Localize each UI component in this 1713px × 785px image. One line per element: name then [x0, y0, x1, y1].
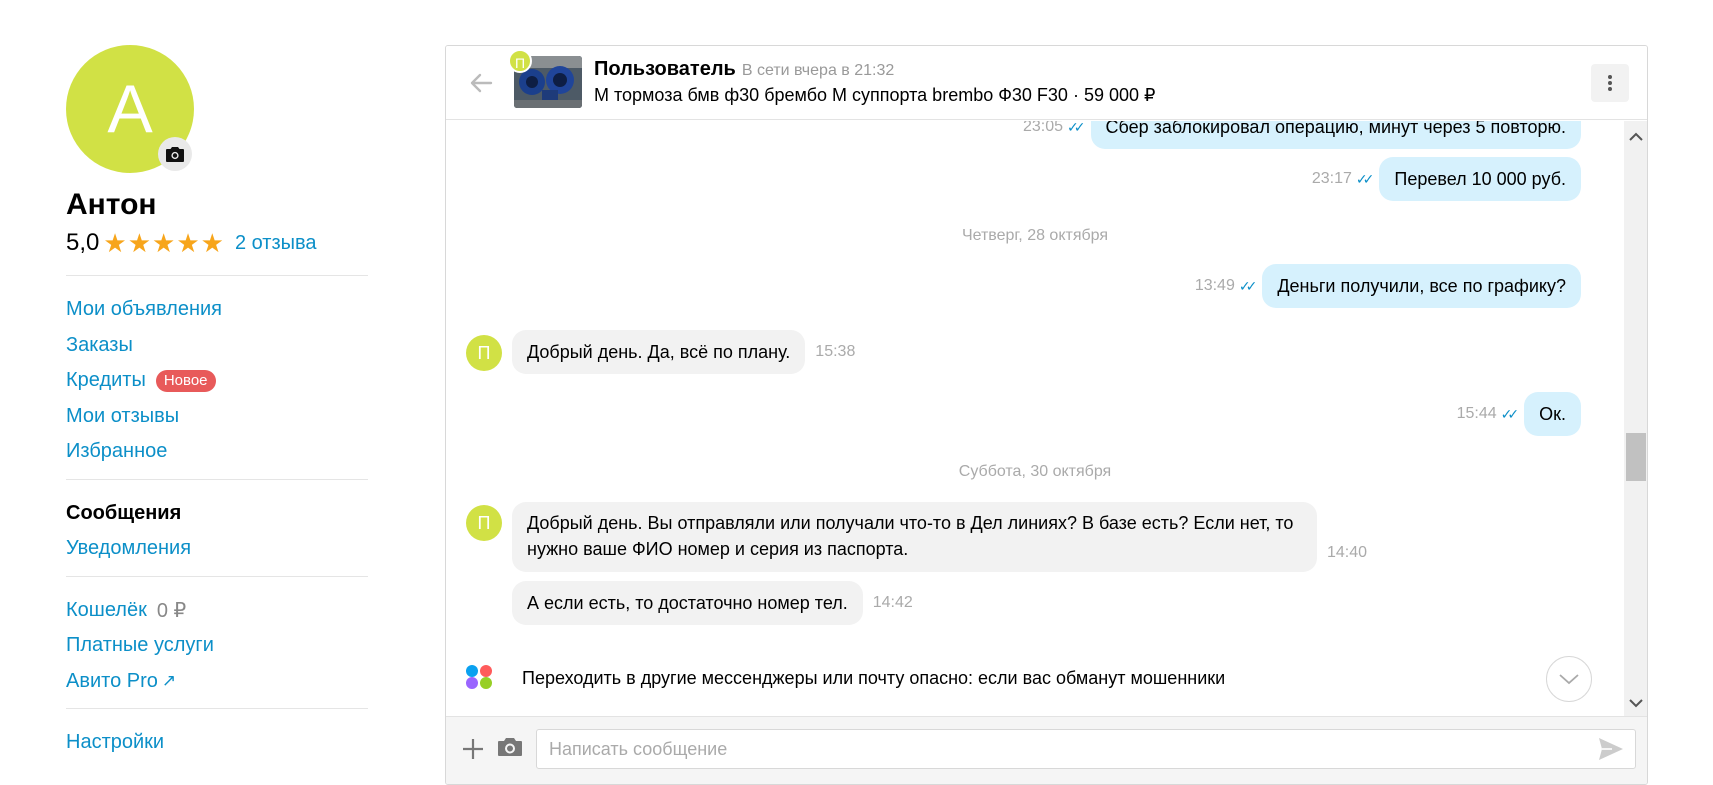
nav-notifications[interactable]: Уведомления: [66, 531, 368, 567]
nav-group-main: Мои объявления Заказы Кредиты Новое Мои …: [66, 276, 368, 479]
nav-avito-pro-label: Авито Pro: [66, 669, 158, 692]
message-time: 15:44: [1456, 405, 1497, 422]
nav-avito-pro[interactable]: Авито Pro ↗: [66, 664, 368, 700]
message-time: 15:38: [815, 343, 856, 360]
profile-avatar[interactable]: А: [66, 45, 194, 173]
nav-my-ads[interactable]: Мои объявления: [66, 292, 368, 328]
rating-stars: ★ ★ ★ ★ ★: [103, 230, 225, 256]
nav-group-wallet: Кошелёк 0 ₽ Платные услуги Авито Pro ↗: [66, 577, 368, 709]
chat-header: П Пользователь В сети вчера в 21:32 М тор…: [446, 46, 1647, 120]
message-time: 13:49: [1194, 277, 1235, 294]
message-bubble: Добрый день. Да, всё по плану.: [512, 330, 806, 374]
avito-logo-icon: [466, 665, 496, 691]
nav-credits-label: Кредиты: [66, 369, 146, 392]
nav-favorites[interactable]: Избранное: [66, 434, 368, 470]
sender-avatar: П: [466, 505, 502, 541]
nav-messages[interactable]: Сообщения: [66, 496, 368, 532]
send-icon[interactable]: [1598, 737, 1624, 763]
safety-warning-text: Переходить в другие мессенджеры или почт…: [522, 667, 1226, 688]
message-bubble: Перевел 10 000 руб.: [1379, 157, 1581, 201]
reviews-link[interactable]: 2 отзыва: [235, 232, 317, 255]
avatar-letter: А: [107, 71, 153, 147]
sender-avatar: П: [466, 335, 502, 371]
read-ticks-icon: ✓✓: [1355, 170, 1375, 187]
scroll-up-arrow-icon[interactable]: [1624, 123, 1647, 147]
wallet-amount: 0 ₽: [156, 599, 187, 622]
message-outgoing: 23:05 ✓✓ Сбер заблокировал операцию, мин…: [1023, 121, 1581, 149]
message-incoming: А если есть, то достаточно номер тел. 14…: [512, 581, 913, 625]
chat-item-title[interactable]: М тормоза бмв ф30 брембо М суппорта brem…: [594, 85, 1155, 106]
nav-wallet-label: Кошелёк: [66, 598, 147, 621]
external-link-icon: ↗: [161, 671, 177, 691]
attach-plus-icon[interactable]: [460, 736, 486, 762]
message-incoming: Добрый день. Да, всё по плану. 15:38: [512, 330, 855, 374]
message-outgoing: 23:17 ✓✓ Перевел 10 000 руб.: [1312, 157, 1581, 201]
rating-row: 5,0 ★ ★ ★ ★ ★ 2 отзыва: [66, 229, 368, 257]
read-ticks-icon: ✓✓: [1238, 277, 1258, 294]
nav-wallet[interactable]: Кошелёк 0 ₽: [66, 593, 368, 629]
scrollbar-thumb[interactable]: [1626, 433, 1646, 481]
nav-paid-services[interactable]: Платные услуги: [66, 628, 368, 664]
chat-user-name[interactable]: Пользователь В сети вчера в 21:32: [594, 58, 894, 81]
read-ticks-icon: ✓✓: [1067, 121, 1086, 135]
read-ticks-icon: ✓✓: [1500, 405, 1520, 422]
nav-group-messages: Сообщения Уведомления: [66, 480, 368, 576]
scroll-down-arrow-icon[interactable]: [1624, 690, 1647, 714]
message-time: 23:17: [1311, 170, 1352, 187]
nav-orders[interactable]: Заказы: [66, 328, 368, 364]
date-separator: Суббота, 30 октября: [958, 463, 1112, 480]
star-icon: ★: [127, 228, 151, 258]
back-arrow-icon[interactable]: [466, 68, 496, 98]
message-outgoing: 13:49 ✓✓ Деньги получили, все по графику…: [1195, 264, 1581, 308]
nav-group-settings: Настройки: [66, 709, 368, 770]
profile-sidebar: А Антон 5,0 ★ ★ ★ ★ ★ 2 отзыва Мои объяв…: [66, 45, 368, 770]
chat-user-avatar: П: [508, 49, 532, 73]
nav-settings[interactable]: Настройки: [66, 725, 368, 761]
nav-credits[interactable]: Кредиты Новое: [66, 363, 368, 399]
scroll-to-bottom-button[interactable]: [1546, 656, 1592, 702]
message-list: 23:05 ✓✓ Сбер заблокировал операцию, мин…: [446, 121, 1624, 716]
rating-value: 5,0: [66, 229, 100, 256]
star-icon: ★: [103, 228, 127, 258]
message-bubble: Деньги получили, все по графику?: [1262, 264, 1581, 308]
new-badge: Новое: [155, 369, 216, 392]
message-composer: [446, 716, 1647, 784]
nav-my-reviews[interactable]: Мои отзывы: [66, 399, 368, 435]
star-icon: ★: [176, 228, 200, 258]
message-bubble: Сбер заблокировал операцию, минут через …: [1090, 121, 1581, 149]
date-separator: Четверг, 28 октября: [961, 227, 1109, 244]
attach-photo-camera-icon[interactable]: [498, 737, 524, 761]
message-bubble: Добрый день. Вы отправляли или получали …: [512, 502, 1317, 572]
online-status: В сети вчера в 21:32: [741, 62, 895, 79]
message-bubble: А если есть, то достаточно номер тел.: [512, 581, 863, 625]
chat-window: П Пользователь В сети вчера в 21:32 М тор…: [445, 45, 1648, 785]
more-options-icon[interactable]: [1591, 64, 1629, 102]
profile-name: Антон: [66, 188, 157, 221]
message-time: 14:42: [872, 594, 913, 611]
message-bubble: Ок.: [1524, 392, 1581, 436]
change-photo-camera-icon[interactable]: [158, 137, 192, 171]
star-icon: ★: [152, 228, 176, 258]
star-icon: ★: [200, 228, 224, 258]
safety-warning: Переходить в другие мессенджеры или почт…: [466, 665, 1225, 691]
message-input[interactable]: [536, 729, 1636, 769]
message-incoming: Добрый день. Вы отправляли или получали …: [512, 502, 1367, 572]
message-time: 14:40: [1327, 544, 1368, 561]
message-time: 23:05: [1023, 121, 1064, 135]
chat-user-name-text: Пользователь: [594, 58, 736, 80]
message-scrollbar[interactable]: [1624, 121, 1647, 716]
message-outgoing: 15:44 ✓✓ Ок.: [1457, 392, 1581, 436]
